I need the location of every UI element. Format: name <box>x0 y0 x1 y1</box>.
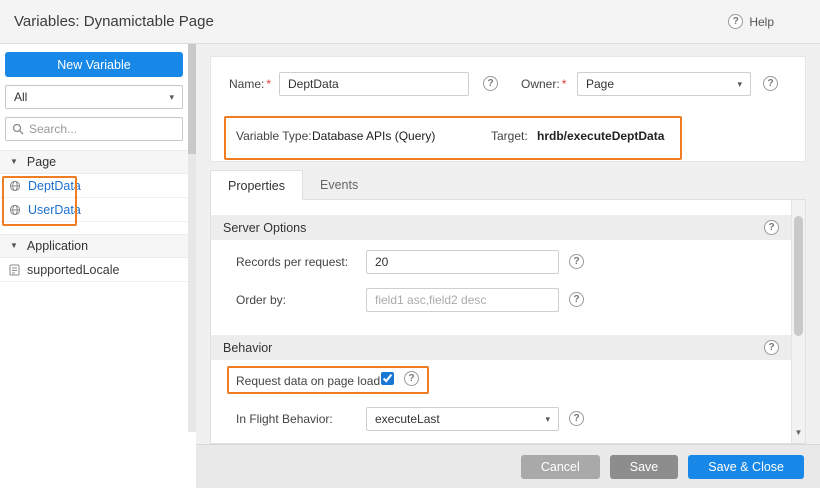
target-value: hrdb/executeDeptData <box>537 129 664 143</box>
section-title: Server Options <box>223 221 306 235</box>
variable-filter-select[interactable]: All ▾ <box>5 85 183 109</box>
orderby-help-icon[interactable]: ? <box>569 292 584 307</box>
tree-item-label: supportedLocale <box>27 263 119 277</box>
tree-group-label: Page <box>27 155 56 169</box>
tree-group-label: Application <box>27 239 88 253</box>
inflight-label: In Flight Behavior: <box>236 412 333 426</box>
variables-dialog: Variables: Dynamictable Page ? Help New … <box>0 0 820 488</box>
variable-icon <box>9 204 21 216</box>
locale-icon <box>9 264 20 276</box>
name-label: Name:* <box>229 77 271 91</box>
owner-select[interactable]: Page ▾ <box>577 72 751 96</box>
chevron-down-icon: ▾ <box>545 415 550 424</box>
properties-panel: Server Options ? Records per request: ? … <box>210 199 806 444</box>
owner-label: Owner:* <box>521 77 566 91</box>
tab-properties[interactable]: Properties <box>210 170 303 200</box>
sidebar-item-userdata[interactable]: UserData <box>0 198 188 222</box>
name-input[interactable] <box>279 72 469 96</box>
target-label: Target: <box>491 129 528 143</box>
variable-type-value: Database APIs (Query) <box>312 129 435 143</box>
required-asterisk: * <box>562 77 567 91</box>
scroll-down-button[interactable]: ▼ <box>792 425 805 441</box>
server-options-help-icon[interactable]: ? <box>764 220 779 235</box>
inflight-select[interactable]: executeLast ▾ <box>366 407 559 431</box>
sidebar-item-supportedlocale[interactable]: supportedLocale <box>0 258 188 282</box>
tab-events[interactable]: Events <box>303 170 375 200</box>
triangle-down-icon: ▼ <box>10 242 18 250</box>
save-close-button[interactable]: Save & Close <box>688 455 804 479</box>
inflight-help-icon[interactable]: ? <box>569 411 584 426</box>
records-help-icon[interactable]: ? <box>569 254 584 269</box>
main-content: Name:* ? Owner:* Page ▾ ? Variable Type:… <box>196 44 820 488</box>
request-on-load-checkbox[interactable] <box>381 372 394 385</box>
sidebar-item-deptdata[interactable]: DeptData <box>0 174 188 198</box>
inflight-select-value: executeLast <box>375 412 440 426</box>
triangle-down-icon: ▼ <box>10 158 18 166</box>
variable-icon <box>9 180 21 192</box>
help-label: Help <box>749 15 774 29</box>
chevron-down-icon: ▾ <box>737 80 742 89</box>
tree-item-label: UserData <box>28 203 81 217</box>
search-input[interactable] <box>29 122 176 136</box>
search-icon <box>12 123 24 135</box>
sidebar: New Variable All ▾ ▼ Page DeptData UserD… <box>0 44 188 488</box>
behavior-help-icon[interactable]: ? <box>764 340 779 355</box>
footer-bar: Cancel Save Save & Close <box>196 444 820 488</box>
variable-filter-value: All <box>14 90 27 104</box>
variable-form: Name:* ? Owner:* Page ▾ ? Variable Type:… <box>210 56 806 162</box>
section-title: Behavior <box>223 341 272 355</box>
new-variable-button[interactable]: New Variable <box>5 52 183 77</box>
owner-select-value: Page <box>586 77 614 91</box>
dialog-header: Variables: Dynamictable Page ? Help <box>0 0 820 44</box>
name-help-icon[interactable]: ? <box>483 76 498 91</box>
required-asterisk: * <box>266 77 271 91</box>
orderby-input[interactable] <box>366 288 559 312</box>
sidebar-scrollbar-thumb[interactable] <box>188 44 196 154</box>
section-server-options: Server Options ? <box>211 215 791 240</box>
cancel-button[interactable]: Cancel <box>521 455 600 479</box>
tree-group-page[interactable]: ▼ Page <box>0 150 188 174</box>
variable-tree: ▼ Page DeptData UserData ▼ Application s… <box>0 150 188 282</box>
records-label: Records per request: <box>236 255 348 269</box>
chevron-down-icon: ▾ <box>169 93 174 102</box>
request-help-icon[interactable]: ? <box>404 371 419 386</box>
orderby-label: Order by: <box>236 293 286 307</box>
variable-type-label: Variable Type: <box>236 129 312 143</box>
request-on-load-label: Request data on page load <box>236 374 380 388</box>
save-button[interactable]: Save <box>610 455 679 479</box>
page-title: Variables: Dynamictable Page <box>14 13 214 30</box>
help-button[interactable]: ? Help <box>728 14 774 29</box>
sidebar-scrollbar[interactable] <box>188 44 196 432</box>
records-input[interactable] <box>366 250 559 274</box>
search-box <box>5 117 183 141</box>
tab-bar: Properties Events <box>210 170 375 200</box>
tree-group-application[interactable]: ▼ Application <box>0 234 188 258</box>
help-icon: ? <box>728 14 743 29</box>
panel-scrollbar[interactable]: ▼ <box>791 200 805 443</box>
panel-scrollbar-thumb[interactable] <box>794 216 803 336</box>
section-behavior: Behavior ? <box>211 335 791 360</box>
owner-help-icon[interactable]: ? <box>763 76 778 91</box>
tree-item-label: DeptData <box>28 179 81 193</box>
